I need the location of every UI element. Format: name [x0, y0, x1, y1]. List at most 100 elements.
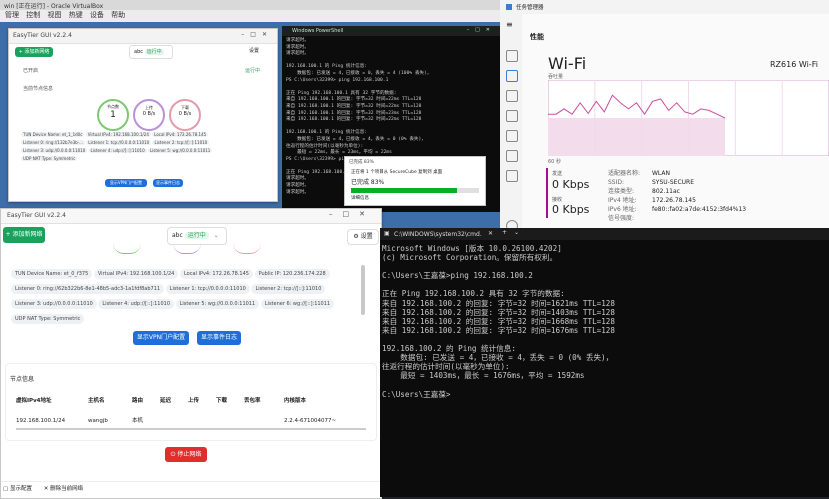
detail-row: 适配器名称: WLAN	[608, 169, 746, 178]
menu-item-control[interactable]: 控制	[26, 11, 40, 19]
history-icon[interactable]	[506, 90, 518, 102]
window-title: EasyTier GUI v2.2.4	[7, 212, 66, 219]
console-line: 192.168.100.1 的 Ping 统计信息:	[286, 64, 368, 70]
table-cell: 下载	[216, 398, 228, 404]
table-cell: 路由	[132, 398, 144, 404]
send-legend-icon	[546, 168, 550, 218]
performance-icon[interactable]	[506, 70, 518, 82]
stop-network-button[interactable]: ⏻ 停止网络	[165, 447, 207, 462]
menu-item-help[interactable]: 帮助	[111, 11, 125, 19]
chevron-down-icon: ⌄	[213, 232, 219, 239]
table-cell: 虚拟IPv4地址	[16, 398, 52, 404]
close-tab-icon[interactable]: ✕	[488, 230, 493, 237]
event-log-button[interactable]: 显示事件日志	[153, 179, 183, 187]
console-line: 来自 192.168.100.1 的回复: 字节=32 时间=22ms TTL=…	[286, 117, 422, 123]
settings-button[interactable]: 设置	[249, 47, 259, 54]
menu-item-manage[interactable]: 管理	[5, 11, 19, 19]
info-chip: Local IPv4: 172.26.78.145	[152, 132, 209, 137]
send-value: 0 Kbps	[552, 178, 590, 191]
delete-network-button[interactable]: 删除当前网络	[50, 486, 83, 492]
menu-item-view[interactable]: 视图	[47, 11, 61, 19]
vpn-portal-button[interactable]: 显示VPN门户配置	[133, 331, 189, 345]
started-label: 已开启	[23, 68, 39, 74]
show-config-button[interactable]: 显示配置	[10, 486, 32, 492]
info-chip: Virtual IPv4: 192.168.100.1/24	[85, 132, 151, 137]
info-chip: UDP NAT Type: Symmetric	[21, 156, 78, 161]
window-controls-icon[interactable]: –□✕	[329, 210, 375, 218]
menu-item-hotkey[interactable]: 热键	[69, 11, 83, 19]
info-chip: Listener 4: udp://[::]:11010	[98, 299, 175, 309]
info-chip: Listener 4: udp://[::]:11010	[88, 148, 147, 153]
detail-key: IPv4 地址:	[608, 197, 637, 204]
startup-icon[interactable]	[506, 110, 518, 122]
back-chips: TUN Device Name: et_1_1d0c Virtual IPv4:…	[21, 131, 261, 163]
table-scrollbar[interactable]	[16, 428, 366, 430]
recv-label: 接收	[552, 197, 563, 203]
running-label: 运行中	[245, 68, 261, 74]
info-chip: Listener 0: ring://132b7e3b-...	[21, 140, 85, 145]
throughput-label: 吞吐量	[548, 74, 564, 80]
vpn-portal-button[interactable]: 显示VPN门户配置	[105, 179, 147, 187]
vbox-title: win [正在运行] - Oracle VirtualBox	[4, 3, 104, 10]
table-header: 虚拟IPv4地址 主机名 路由 延迟 上传 下载 丢包率 内核版本	[16, 396, 366, 404]
window-controls-icon[interactable]: –□✕	[241, 31, 273, 38]
info-chip: Local IPv4: 172.26.78.145	[179, 269, 253, 279]
add-network-button[interactable]: + 添加新网络	[15, 47, 53, 57]
throughput-graph	[548, 80, 829, 156]
console-line: 数据包: 已发送 = 4，已接收 = 0，丢失 = 4 (100% 丢失)，	[286, 70, 432, 76]
cmd-tab-title[interactable]: C:\WINDOWS\system32\cmd.	[394, 231, 482, 238]
menu-item-devices[interactable]: 设备	[90, 11, 104, 19]
table-cell: 主机名	[88, 398, 105, 404]
event-log-button[interactable]: 显示事件日志	[197, 331, 241, 345]
processes-icon[interactable]	[506, 50, 518, 62]
console-line: 最短 = 1403ms，最长 = 1676ms，平均 = 1592ms	[382, 371, 585, 381]
detail-row: IPv4 地址: 172.26.78.145	[608, 196, 746, 205]
settings-label: 设置	[360, 233, 373, 240]
network-select[interactable]: abc 运行中	[129, 45, 173, 59]
vbox-menu-bar: 管理 控制 视图 热键 设备 帮助	[0, 10, 500, 22]
detail-value: fe80::fa02:a7de:4152:3fd4%13	[652, 206, 747, 213]
console-line: 来自 192.168.100.2 的回复: 字节=32 时间=1676ms TT…	[382, 325, 615, 335]
info-chip: TUN Device Name: et_0_f375	[11, 269, 93, 279]
console-line: Microsoft Windows [版本 10.0.26100.4202]	[382, 244, 562, 253]
table-row[interactable]: 192.168.100.1/24 wangjb 本机 2.2.4-671004077~	[16, 416, 366, 424]
task-manager-title-bar: 任务管理器	[500, 0, 829, 14]
console-line: 请求超时。	[286, 44, 309, 50]
details-icon[interactable]	[506, 150, 518, 162]
copy-dialog-title: 已完成 83%	[349, 160, 374, 165]
detail-row: SSID: SYSU-SECURE	[608, 178, 746, 187]
time-label: 60 秒	[548, 159, 561, 165]
section-title: 性能	[530, 33, 544, 41]
chevron-down-icon[interactable]: ⌄	[514, 229, 519, 236]
new-tab-icon[interactable]: +	[502, 229, 507, 236]
settings-button[interactable]: ⚙ 设置	[347, 229, 379, 245]
powershell-title: Windows PowerShell	[292, 28, 344, 34]
console-line: 往返行程的估计时间(以毫秒为单位):	[382, 362, 510, 372]
console-line: 来自 192.168.100.2 的回复: 字节=32 时间=1621ms TT…	[382, 298, 615, 308]
window-controls-icon[interactable]: –□✕	[467, 27, 496, 33]
copy-details-link[interactable]: 详细信息	[345, 195, 485, 201]
console-line: 数据包: 已发送 = 4，已接收 = 4，丢失 = 0 (0% 丢失)，	[382, 353, 614, 363]
download-ring: 下载 0 B/s	[169, 99, 201, 131]
table-cell: 延迟	[160, 398, 172, 404]
task-manager-title: 任务管理器	[516, 5, 544, 11]
table-cell: 内核版本	[284, 398, 307, 404]
info-chip: Virtual IPv4: 192.168.100.1/24	[93, 269, 179, 279]
peer-ring-partial	[113, 243, 141, 254]
menu-icon[interactable]: ≡	[506, 20, 513, 29]
table-cell: wangjb	[88, 418, 108, 424]
easytier-title-bar: EasyTier GUI v2.2.4 –□✕	[1, 209, 381, 224]
easytier-window-vm: EasyTier GUI v2.2.4 –□✕ + 添加新网络 abc 运行中 …	[8, 28, 278, 202]
add-network-button[interactable]: + 添加新网络	[3, 227, 45, 243]
download-value: 0 B/s	[178, 111, 192, 117]
chips-scrollbar[interactable]	[361, 265, 365, 315]
info-chip: Listener 5: wg://0.0.0.0:11011	[147, 148, 213, 153]
copy-progress-fill	[351, 188, 458, 193]
users-icon[interactable]	[506, 130, 518, 142]
table-cell: 丢包率	[244, 398, 261, 404]
info-chip: UDP NAT Type: Symmetric	[11, 314, 85, 324]
services-icon[interactable]	[506, 170, 518, 182]
